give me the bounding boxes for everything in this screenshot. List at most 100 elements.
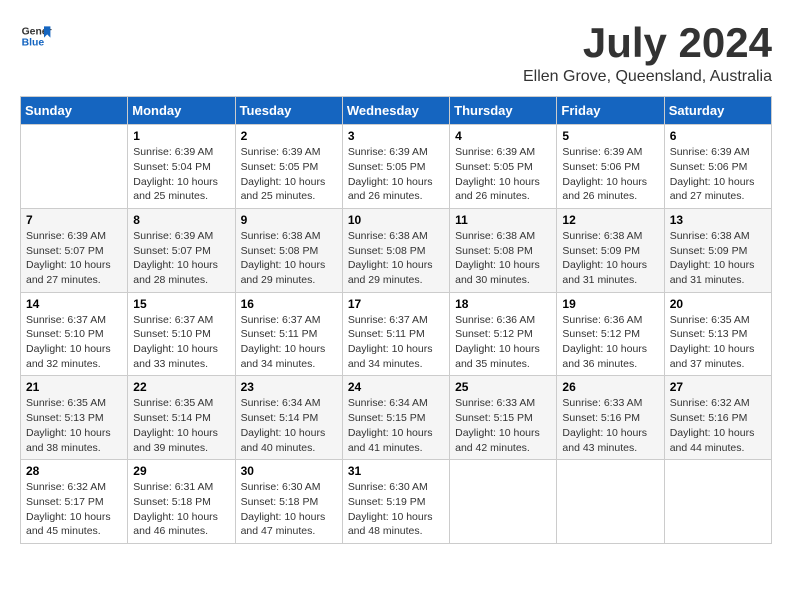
- calendar-cell: 26Sunrise: 6:33 AMSunset: 5:16 PMDayligh…: [557, 376, 664, 460]
- day-number: 19: [562, 297, 658, 311]
- calendar-cell: 14 Sunrise: 6:37 AMSunset: 5:10 PMDayligh…: [21, 292, 128, 376]
- day-number: 1: [133, 129, 229, 143]
- day-info: Sunrise: 6:39 AMSunset: 5:06 PMDaylight:…: [562, 145, 658, 204]
- day-number: 16: [241, 297, 337, 311]
- logo-icon: General Blue: [20, 20, 52, 52]
- calendar-cell: 16 Sunrise: 6:37 AMSunset: 5:11 PMDayligh…: [235, 292, 342, 376]
- day-number: 8: [133, 213, 229, 227]
- day-info: Sunrise: 6:37 AMSunset: 5:10 PMDaylight:…: [133, 313, 229, 372]
- col-tuesday: Tuesday: [235, 97, 342, 125]
- calendar-cell: [664, 460, 771, 544]
- calendar-cell: [21, 125, 128, 209]
- calendar-cell: 9Sunrise: 6:38 AMSunset: 5:08 PMDaylight…: [235, 208, 342, 292]
- day-info: Sunrise: 6:36 AMSunset: 5:12 PMDaylight:…: [455, 313, 551, 372]
- month-title: July 2024: [523, 20, 772, 66]
- day-info: Sunrise: 6:35 AMSunset: 5:13 PMDaylight:…: [670, 313, 766, 372]
- calendar-cell: 25Sunrise: 6:33 AMSunset: 5:15 PMDayligh…: [450, 376, 557, 460]
- calendar-table: Sunday Monday Tuesday Wednesday Thursday…: [20, 96, 772, 544]
- day-number: 12: [562, 213, 658, 227]
- day-number: 20: [670, 297, 766, 311]
- col-thursday: Thursday: [450, 97, 557, 125]
- day-info: Sunrise: 6:38 AMSunset: 5:08 PMDaylight:…: [348, 229, 444, 288]
- day-info: Sunrise: 6:30 AMSunset: 5:18 PMDaylight:…: [241, 480, 337, 539]
- calendar-cell: 18 Sunrise: 6:36 AMSunset: 5:12 PMDayligh…: [450, 292, 557, 376]
- calendar-cell: 6Sunrise: 6:39 AMSunset: 5:06 PMDaylight…: [664, 125, 771, 209]
- calendar-cell: 17Sunrise: 6:37 AMSunset: 5:11 PMDayligh…: [342, 292, 449, 376]
- calendar-week-5: 28Sunrise: 6:32 AMSunset: 5:17 PMDayligh…: [21, 460, 772, 544]
- col-sunday: Sunday: [21, 97, 128, 125]
- day-info: Sunrise: 6:32 AMSunset: 5:16 PMDaylight:…: [670, 396, 766, 455]
- calendar-cell: 22Sunrise: 6:35 AMSunset: 5:14 PMDayligh…: [128, 376, 235, 460]
- day-info: Sunrise: 6:34 AMSunset: 5:14 PMDaylight:…: [241, 396, 337, 455]
- day-info: Sunrise: 6:34 AMSunset: 5:15 PMDaylight:…: [348, 396, 444, 455]
- col-monday: Monday: [128, 97, 235, 125]
- calendar-cell: 5Sunrise: 6:39 AMSunset: 5:06 PMDaylight…: [557, 125, 664, 209]
- day-info: Sunrise: 6:39 AMSunset: 5:05 PMDaylight:…: [241, 145, 337, 204]
- day-number: 24: [348, 380, 444, 394]
- day-info: Sunrise: 6:38 AMSunset: 5:08 PMDaylight:…: [455, 229, 551, 288]
- day-number: 7: [26, 213, 122, 227]
- day-number: 3: [348, 129, 444, 143]
- col-friday: Friday: [557, 97, 664, 125]
- day-number: 15: [133, 297, 229, 311]
- page-header: General Blue July 2024 Ellen Grove, Quee…: [20, 20, 772, 86]
- calendar-cell: 21Sunrise: 6:35 AMSunset: 5:13 PMDayligh…: [21, 376, 128, 460]
- day-info: Sunrise: 6:33 AMSunset: 5:15 PMDaylight:…: [455, 396, 551, 455]
- day-info: Sunrise: 6:39 AMSunset: 5:04 PMDaylight:…: [133, 145, 229, 204]
- calendar-cell: 29 Sunrise: 6:31 AMSunset: 5:18 PMDayligh…: [128, 460, 235, 544]
- calendar-cell: 24 Sunrise: 6:34 AMSunset: 5:15 PMDayligh…: [342, 376, 449, 460]
- day-number: 2: [241, 129, 337, 143]
- location: Ellen Grove, Queensland, Australia: [523, 68, 772, 86]
- day-info: Sunrise: 6:37 AMSunset: 5:11 PMDaylight:…: [348, 313, 444, 372]
- day-number: 11: [455, 213, 551, 227]
- day-info: Sunrise: 6:38 AMSunset: 5:08 PMDaylight:…: [241, 229, 337, 288]
- day-number: 29: [133, 464, 229, 478]
- calendar-cell: 4Sunrise: 6:39 AMSunset: 5:05 PMDaylight…: [450, 125, 557, 209]
- calendar-cell: 19 Sunrise: 6:36 AMSunset: 5:12 PMDayligh…: [557, 292, 664, 376]
- calendar-week-3: 14 Sunrise: 6:37 AMSunset: 5:10 PMDayligh…: [21, 292, 772, 376]
- day-info: Sunrise: 6:31 AMSunset: 5:18 PMDaylight:…: [133, 480, 229, 539]
- day-info: Sunrise: 6:36 AMSunset: 5:12 PMDaylight:…: [562, 313, 658, 372]
- day-info: Sunrise: 6:35 AMSunset: 5:14 PMDaylight:…: [133, 396, 229, 455]
- calendar-cell: 12 Sunrise: 6:38 AMSunset: 5:09 PMDayligh…: [557, 208, 664, 292]
- calendar-cell: 7Sunrise: 6:39 AMSunset: 5:07 PMDaylight…: [21, 208, 128, 292]
- col-wednesday: Wednesday: [342, 97, 449, 125]
- day-info: Sunrise: 6:39 AMSunset: 5:05 PMDaylight:…: [455, 145, 551, 204]
- day-number: 10: [348, 213, 444, 227]
- calendar-cell: 31 Sunrise: 6:30 AMSunset: 5:19 PMDayligh…: [342, 460, 449, 544]
- logo: General Blue: [20, 20, 52, 52]
- calendar-header-row: Sunday Monday Tuesday Wednesday Thursday…: [21, 97, 772, 125]
- day-number: 13: [670, 213, 766, 227]
- calendar-week-4: 21Sunrise: 6:35 AMSunset: 5:13 PMDayligh…: [21, 376, 772, 460]
- title-block: July 2024 Ellen Grove, Queensland, Austr…: [523, 20, 772, 86]
- calendar-cell: [450, 460, 557, 544]
- calendar-cell: 1 Sunrise: 6:39 AMSunset: 5:04 PMDaylight…: [128, 125, 235, 209]
- calendar-cell: 30 Sunrise: 6:30 AMSunset: 5:18 PMDayligh…: [235, 460, 342, 544]
- calendar-cell: 8 Sunrise: 6:39 AMSunset: 5:07 PMDaylight…: [128, 208, 235, 292]
- calendar-cell: 3 Sunrise: 6:39 AMSunset: 5:05 PMDaylight…: [342, 125, 449, 209]
- calendar-cell: 28Sunrise: 6:32 AMSunset: 5:17 PMDayligh…: [21, 460, 128, 544]
- calendar-cell: [557, 460, 664, 544]
- calendar-week-1: 1 Sunrise: 6:39 AMSunset: 5:04 PMDaylight…: [21, 125, 772, 209]
- day-number: 30: [241, 464, 337, 478]
- day-info: Sunrise: 6:37 AMSunset: 5:10 PMDaylight:…: [26, 313, 122, 372]
- day-number: 14: [26, 297, 122, 311]
- calendar-week-2: 7 Sunrise: 6:39 AMSunset: 5:07 PMDaylight…: [21, 208, 772, 292]
- day-number: 27: [670, 380, 766, 394]
- day-info: Sunrise: 6:37 AMSunset: 5:11 PMDaylight:…: [241, 313, 337, 372]
- day-number: 31: [348, 464, 444, 478]
- day-info: Sunrise: 6:39 AMSunset: 5:07 PMDaylight:…: [133, 229, 229, 288]
- day-number: 21: [26, 380, 122, 394]
- svg-text:Blue: Blue: [22, 38, 45, 49]
- day-info: Sunrise: 6:38 AMSunset: 5:09 PMDaylight:…: [562, 229, 658, 288]
- calendar-cell: 2 Sunrise: 6:39 AMSunset: 5:05 PMDaylight…: [235, 125, 342, 209]
- calendar-cell: 15 Sunrise: 6:37 AMSunset: 5:10 PMDayligh…: [128, 292, 235, 376]
- day-info: Sunrise: 6:32 AMSunset: 5:17 PMDaylight:…: [26, 480, 122, 539]
- calendar-cell: 27 Sunrise: 6:32 AMSunset: 5:16 PMDayligh…: [664, 376, 771, 460]
- day-info: Sunrise: 6:38 AMSunset: 5:09 PMDaylight:…: [670, 229, 766, 288]
- day-number: 18: [455, 297, 551, 311]
- day-info: Sunrise: 6:39 AMSunset: 5:05 PMDaylight:…: [348, 145, 444, 204]
- day-number: 23: [241, 380, 337, 394]
- calendar-cell: 20 Sunrise: 6:35 AMSunset: 5:13 PMDayligh…: [664, 292, 771, 376]
- day-info: Sunrise: 6:30 AMSunset: 5:19 PMDaylight:…: [348, 480, 444, 539]
